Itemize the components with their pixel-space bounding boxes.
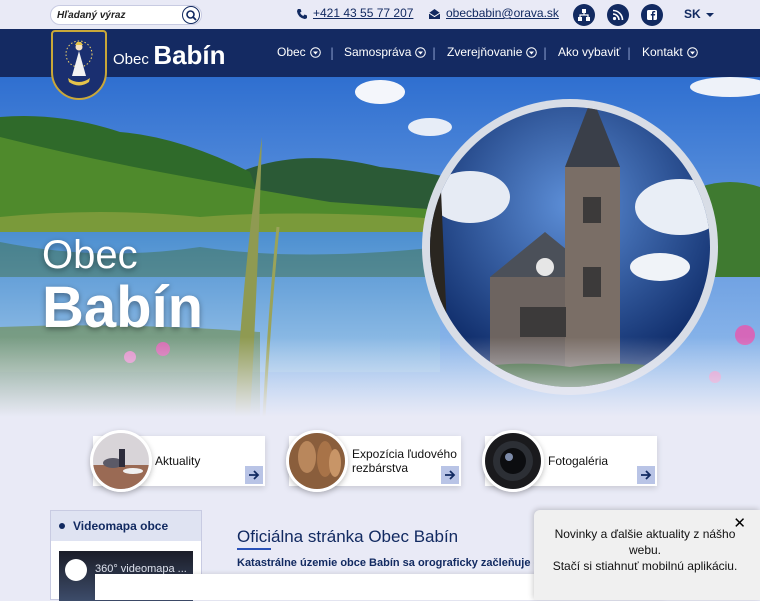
arrow-button[interactable] — [245, 466, 263, 484]
nav-label: Obec — [277, 45, 306, 59]
hero-title-line2: Babín — [42, 275, 204, 340]
card-label-line1: Expozícia ľudového — [352, 447, 457, 461]
video-logo-icon — [65, 559, 87, 581]
hero-title: Obec Babín — [42, 233, 203, 339]
email-link[interactable]: obecbabin@orava.sk — [446, 6, 559, 20]
dropdown-circle-icon — [526, 46, 538, 58]
nav-item-kontakt[interactable]: Kontakt — [642, 45, 698, 59]
phone-link[interactable]: +421 43 55 77 207 — [313, 6, 413, 20]
rss-button[interactable] — [607, 4, 629, 26]
rss-icon — [612, 9, 624, 21]
nav-label: Samospráva — [344, 45, 412, 59]
sitemap-button[interactable] — [573, 4, 595, 26]
search-box — [50, 5, 202, 25]
aktuality-image — [90, 430, 152, 492]
intro-text: Katastrálne územie obce Babín sa orograf… — [237, 557, 535, 569]
caret-down-icon — [706, 13, 715, 17]
arrow-right-icon — [445, 470, 456, 480]
card-label: Fotogaléria — [548, 454, 609, 468]
sitemap-icon — [578, 9, 590, 21]
site-brand[interactable]: Obec Babín — [113, 40, 226, 71]
nav-label: Ako vybaviť — [558, 45, 621, 59]
brand-name: Babín — [153, 40, 226, 70]
arrow-right-icon — [249, 470, 260, 480]
bullet-icon — [59, 523, 65, 529]
popup-message[interactable]: Novinky a ďalšie aktuality z nášho webu.… — [542, 526, 748, 574]
app-promo-popup: ✕ Novinky a ďalšie aktuality z nášho web… — [534, 510, 760, 600]
nav-separator: | — [627, 46, 632, 60]
nav-label: Zverejňovanie — [447, 45, 523, 59]
dropdown-circle-icon — [415, 46, 427, 58]
search-icon — [185, 9, 197, 21]
popup-line3: Stačí si stiahnuť mobilnú aplikáciu. — [552, 559, 738, 573]
nav-separator: | — [543, 46, 548, 60]
nav-item-samosprava[interactable]: Samospráva — [344, 45, 427, 59]
facebook-icon — [647, 10, 657, 20]
expozicia-image — [286, 430, 348, 492]
arrow-button[interactable] — [637, 466, 655, 484]
language-selector[interactable]: SK — [684, 7, 715, 21]
mail-icon — [428, 9, 441, 19]
search-button[interactable] — [182, 6, 200, 24]
arrow-button[interactable] — [441, 466, 459, 484]
language-label: SK — [684, 7, 701, 21]
nav-item-ako-vybavit[interactable]: Ako vybaviť — [558, 45, 621, 59]
page-heading: Oficiálna stránka Obec Babín — [237, 527, 459, 546]
search-input[interactable] — [57, 8, 177, 23]
hero-title-line1: Obec — [42, 233, 138, 277]
nav-item-zverejnovanie[interactable]: Zverejňovanie — [447, 45, 538, 59]
popup-line1: Novinky a ďalšie aktuality z nášho — [554, 527, 736, 541]
phone-icon — [297, 9, 307, 19]
card-label-line2: rezbárstva — [352, 461, 409, 475]
heading-underline — [237, 548, 271, 550]
videomap-title: Videomapa obce — [73, 519, 169, 533]
nav-separator: | — [432, 46, 437, 60]
card-label: Aktuality — [155, 454, 201, 468]
facebook-button[interactable] — [641, 4, 663, 26]
videomap-heading: Videomapa obce — [51, 511, 201, 541]
popup-line2: webu. — [628, 543, 662, 557]
nav-item-obec[interactable]: Obec — [277, 45, 321, 59]
arrow-right-icon — [641, 470, 652, 480]
fotogaleria-image — [482, 430, 544, 492]
nav-separator: | — [330, 46, 335, 60]
dropdown-circle-icon — [309, 46, 321, 58]
nav-label: Kontakt — [642, 45, 683, 59]
brand-prefix: Obec — [113, 51, 149, 68]
coat-of-arms-logo[interactable] — [51, 30, 107, 100]
dropdown-circle-icon — [686, 46, 698, 58]
